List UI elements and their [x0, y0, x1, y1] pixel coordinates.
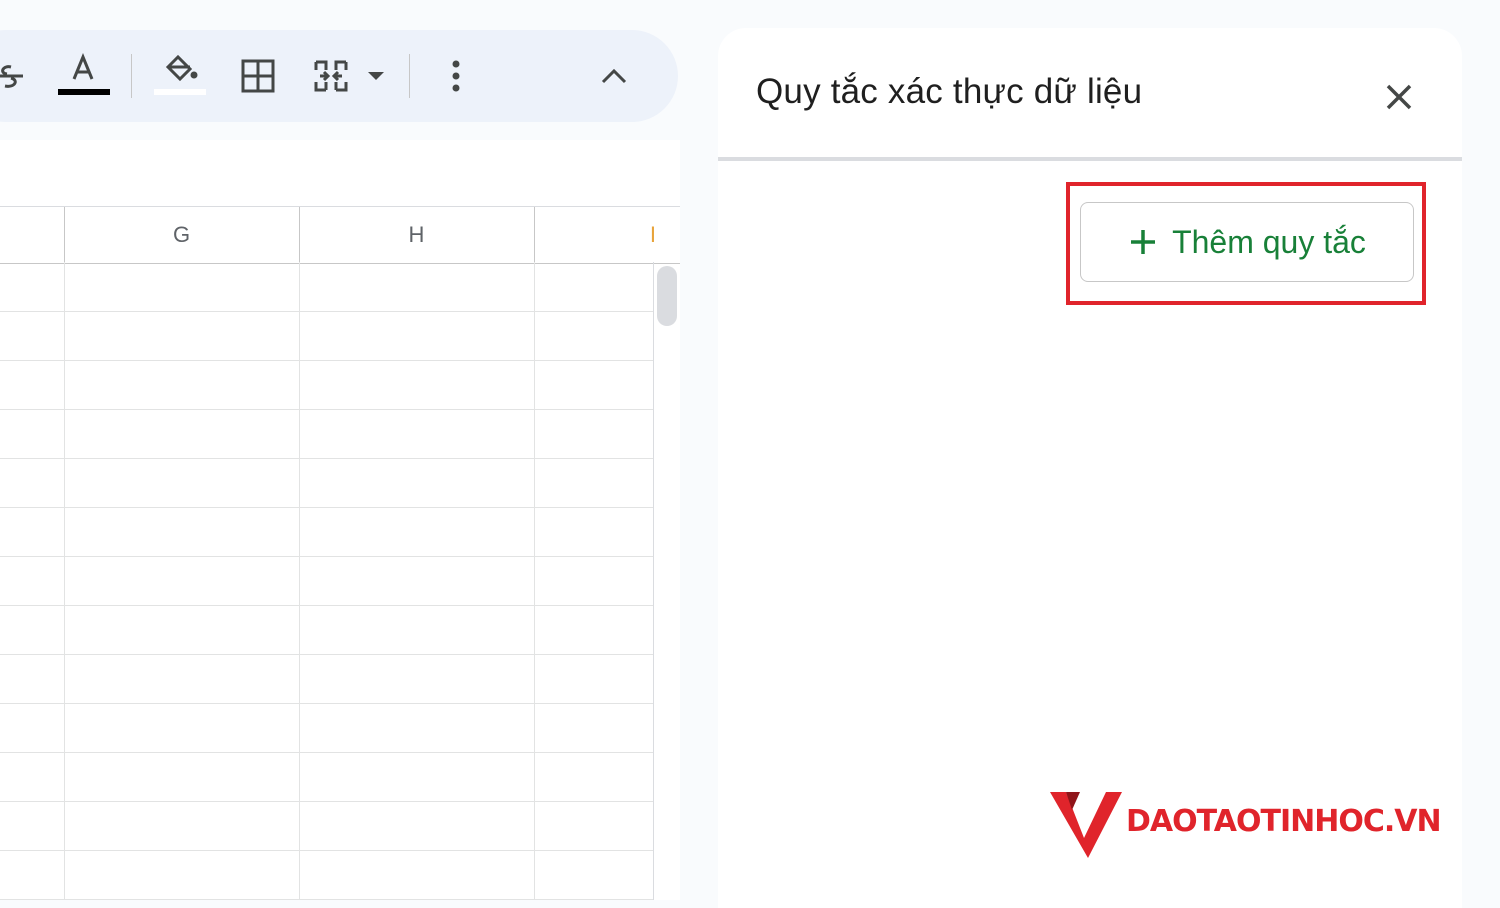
grid-row-line — [0, 850, 654, 851]
add-rule-button[interactable]: Thêm quy tắc — [1080, 202, 1414, 282]
logo-text: DAOTAOTINHOC.VN — [1126, 804, 1442, 839]
grid-row-line — [0, 507, 654, 508]
grid-row-line — [0, 409, 654, 410]
spreadsheet-grid[interactable]: G H I — [0, 140, 680, 900]
watermark-logo: DAOTAOTINHOC.VN — [1050, 788, 1490, 868]
data-validation-panel: Quy tắc xác thực dữ liệu Thêm quy tắc — [718, 28, 1462, 908]
grid-row-line — [0, 801, 654, 802]
grid-column-line — [299, 262, 300, 900]
strikethrough-icon[interactable] — [0, 30, 30, 122]
grid-row-line — [0, 458, 654, 459]
column-header-g[interactable]: G — [64, 207, 300, 263]
fill-color-icon[interactable] — [152, 30, 208, 122]
panel-divider — [718, 157, 1462, 161]
grid-row-line — [0, 654, 654, 655]
column-header-f[interactable] — [0, 207, 65, 263]
column-header-i[interactable]: I — [534, 207, 680, 263]
grid-row-line — [0, 703, 654, 704]
grid-right-edge — [653, 262, 654, 900]
grid-row-line — [0, 556, 654, 557]
add-rule-label: Thêm quy tắc — [1172, 223, 1366, 260]
grid-row-line — [0, 752, 654, 753]
merge-cells-icon[interactable] — [312, 30, 398, 122]
borders-icon[interactable] — [238, 30, 278, 122]
panel-title: Quy tắc xác thực dữ liệu — [756, 72, 1143, 111]
vertical-scrollbar[interactable] — [657, 266, 677, 326]
toolbar-separator — [409, 54, 410, 98]
column-header-row: G H I — [0, 206, 680, 264]
plus-icon — [1131, 230, 1156, 254]
grid-column-line — [534, 262, 535, 900]
text-color-icon[interactable] — [56, 30, 112, 122]
logo-mark-icon — [1050, 792, 1122, 858]
more-vert-icon[interactable] — [436, 30, 476, 122]
column-header-h[interactable]: H — [299, 207, 535, 263]
grid-row-line — [0, 311, 654, 312]
grid-column-line — [64, 262, 65, 900]
close-icon[interactable] — [1380, 78, 1418, 116]
grid-row-line — [0, 360, 654, 361]
toolbar-separator — [131, 54, 132, 98]
chevron-up-icon[interactable] — [594, 30, 634, 122]
grid-row-line — [0, 605, 654, 606]
toolbar — [0, 30, 678, 122]
